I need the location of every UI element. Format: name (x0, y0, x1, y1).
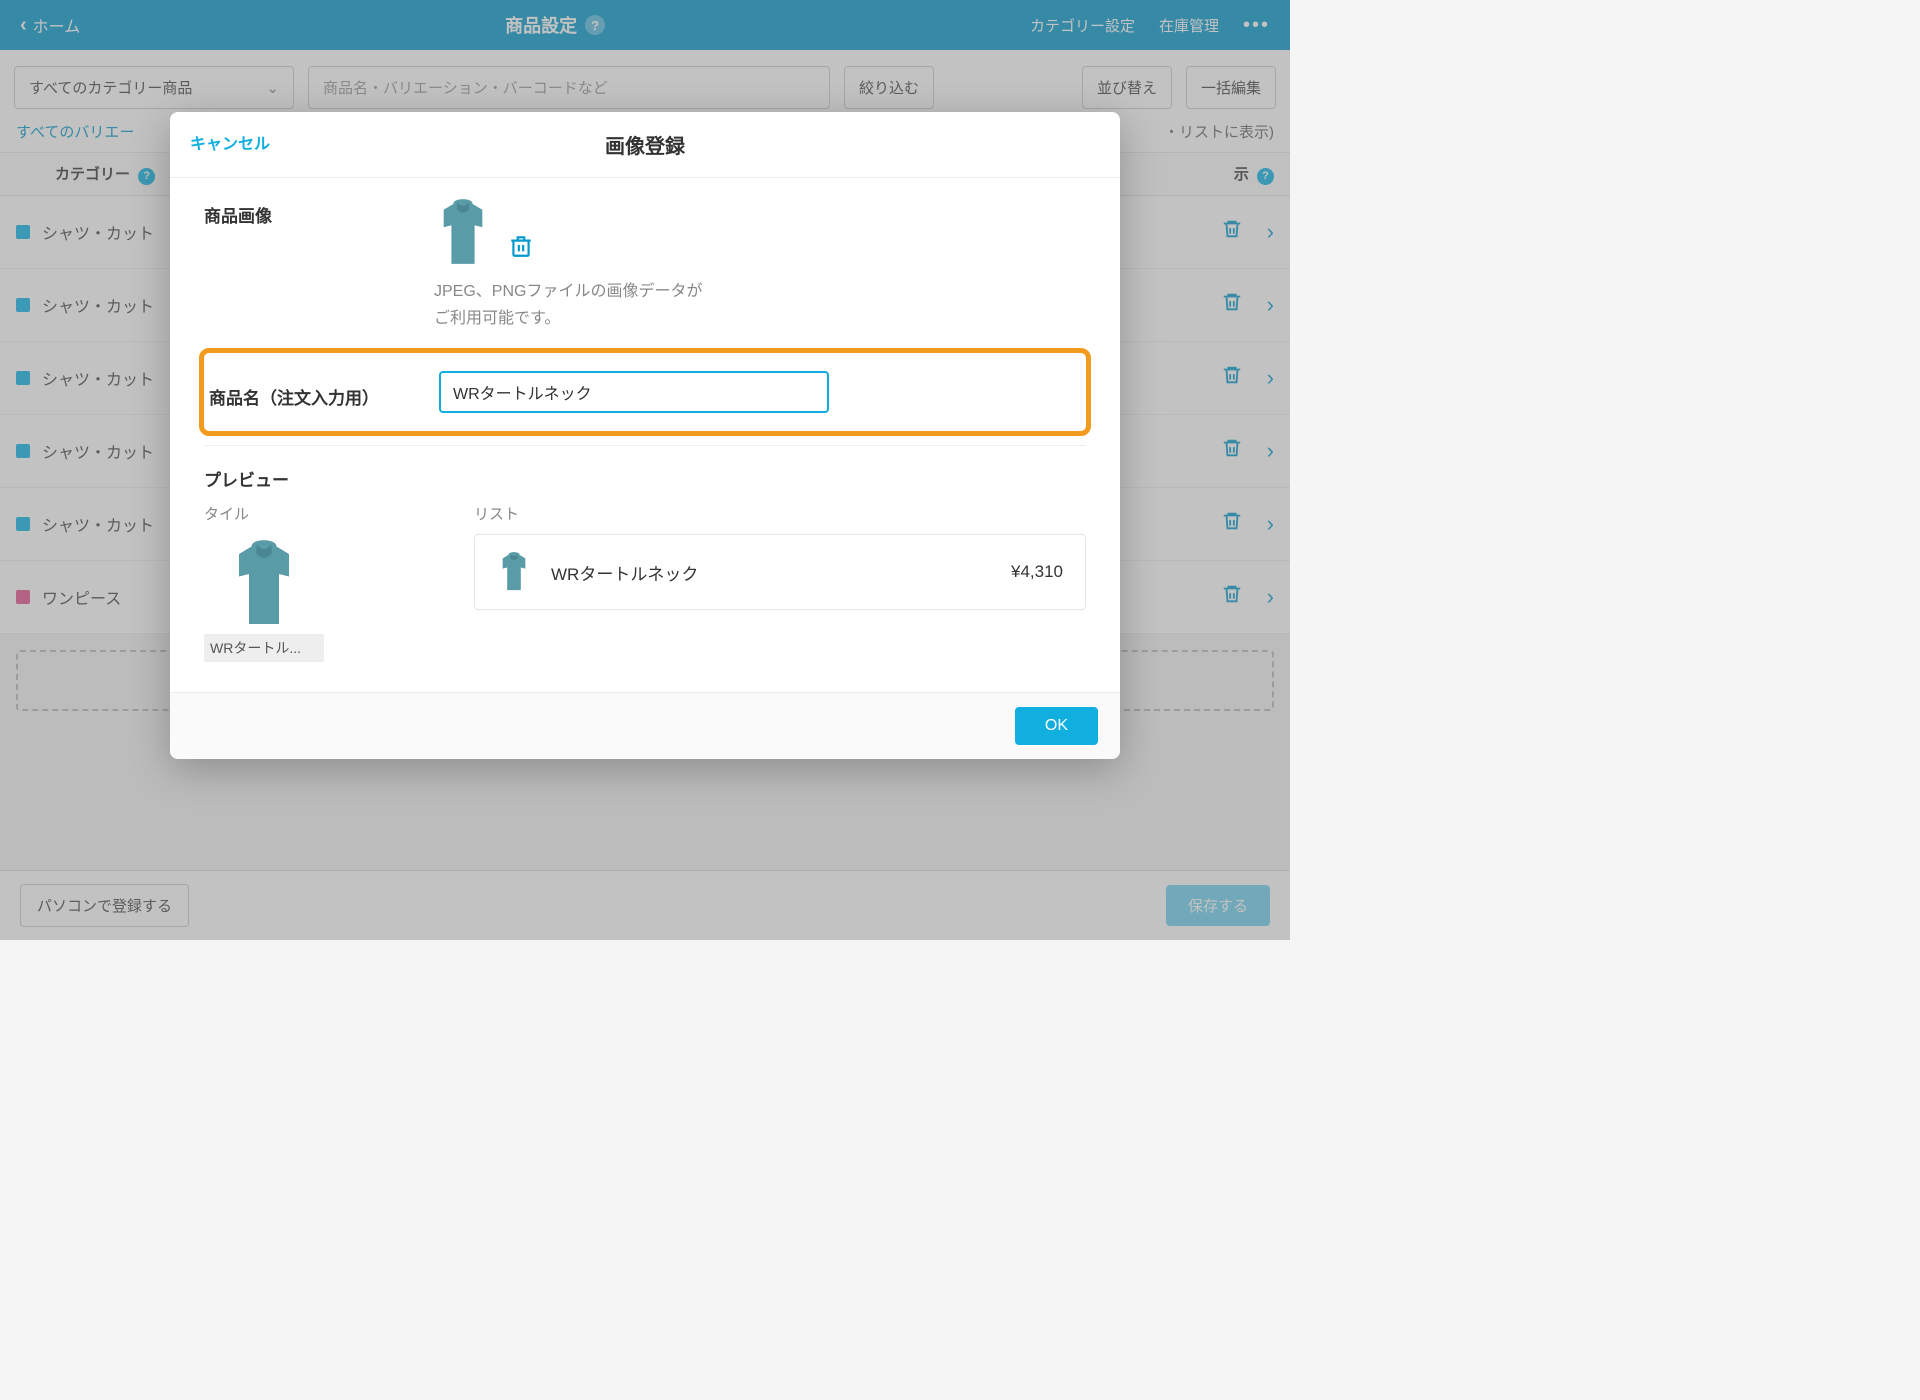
modal-header: キャンセル 画像登録 (170, 112, 1120, 178)
tile-preview: WRタートル... (204, 534, 324, 662)
modal-footer: OK (170, 692, 1120, 759)
list-preview-price: ¥4,310 (1011, 562, 1063, 582)
image-register-modal: キャンセル 画像登録 商品画像 JPEG、PNGファイルの画像データが (170, 112, 1120, 759)
highlighted-name-section: 商品名（注文入力用） (199, 348, 1091, 436)
product-image-thumbnail[interactable] (434, 198, 492, 268)
preview-section: プレビュー タイル WRタートル... リスト (204, 446, 1086, 692)
product-name-label: 商品名（注文入力用） (209, 376, 439, 409)
list-preview: WRタートルネック ¥4,310 (474, 534, 1086, 610)
product-image-section: 商品画像 JPEG、PNGファイルの画像データが ご利用可能です。 (204, 178, 1086, 353)
tile-preview-label: タイル (204, 503, 434, 524)
ok-button[interactable]: OK (1015, 707, 1098, 745)
list-preview-name: WRタートルネック (551, 560, 991, 585)
preview-heading: プレビュー (204, 466, 1086, 491)
tile-preview-name: WRタートル... (204, 634, 324, 662)
modal-body: 商品画像 JPEG、PNGファイルの画像データが ご利用可能です。 (170, 178, 1120, 692)
list-preview-image (497, 551, 531, 593)
modal-overlay: キャンセル 画像登録 商品画像 JPEG、PNGファイルの画像データが (0, 0, 1290, 940)
product-image-label: 商品画像 (204, 198, 434, 332)
list-preview-label: リスト (474, 503, 1086, 524)
modal-title: 画像登録 (605, 136, 685, 158)
delete-image-button[interactable] (508, 233, 534, 264)
image-hint-line2: ご利用可能です。 (434, 305, 1086, 332)
image-hint-line1: JPEG、PNGファイルの画像データが (434, 278, 1086, 305)
tile-preview-image (204, 534, 324, 634)
cancel-button[interactable]: キャンセル (190, 130, 270, 154)
product-name-input[interactable] (439, 371, 829, 413)
